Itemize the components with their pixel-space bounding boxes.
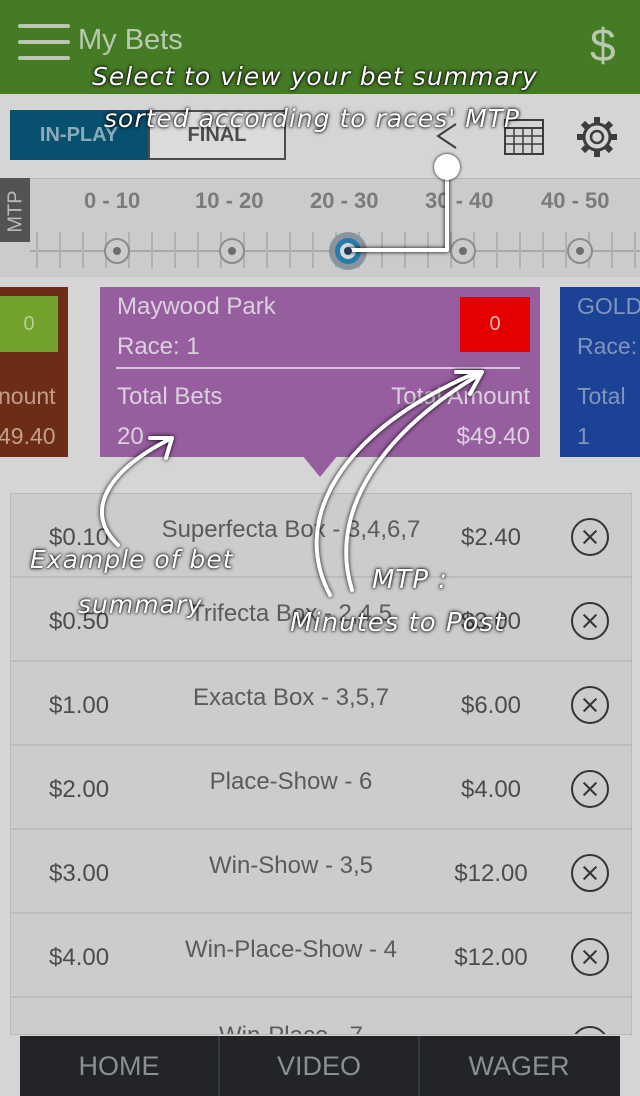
hint-example-line1: Example of bet [30, 545, 234, 574]
hint-mtp-def-line1: MTP : [372, 565, 449, 595]
hint-mtp-select-line1: Select to view your bet summary [92, 62, 538, 91]
hint-mtp-select-line2: sorted according to races' MTP [104, 104, 520, 133]
hint-dot [434, 154, 460, 180]
hint-mtp-def-line2: Minutes to Post [290, 608, 506, 638]
hint-example-line2: summary [78, 590, 203, 619]
